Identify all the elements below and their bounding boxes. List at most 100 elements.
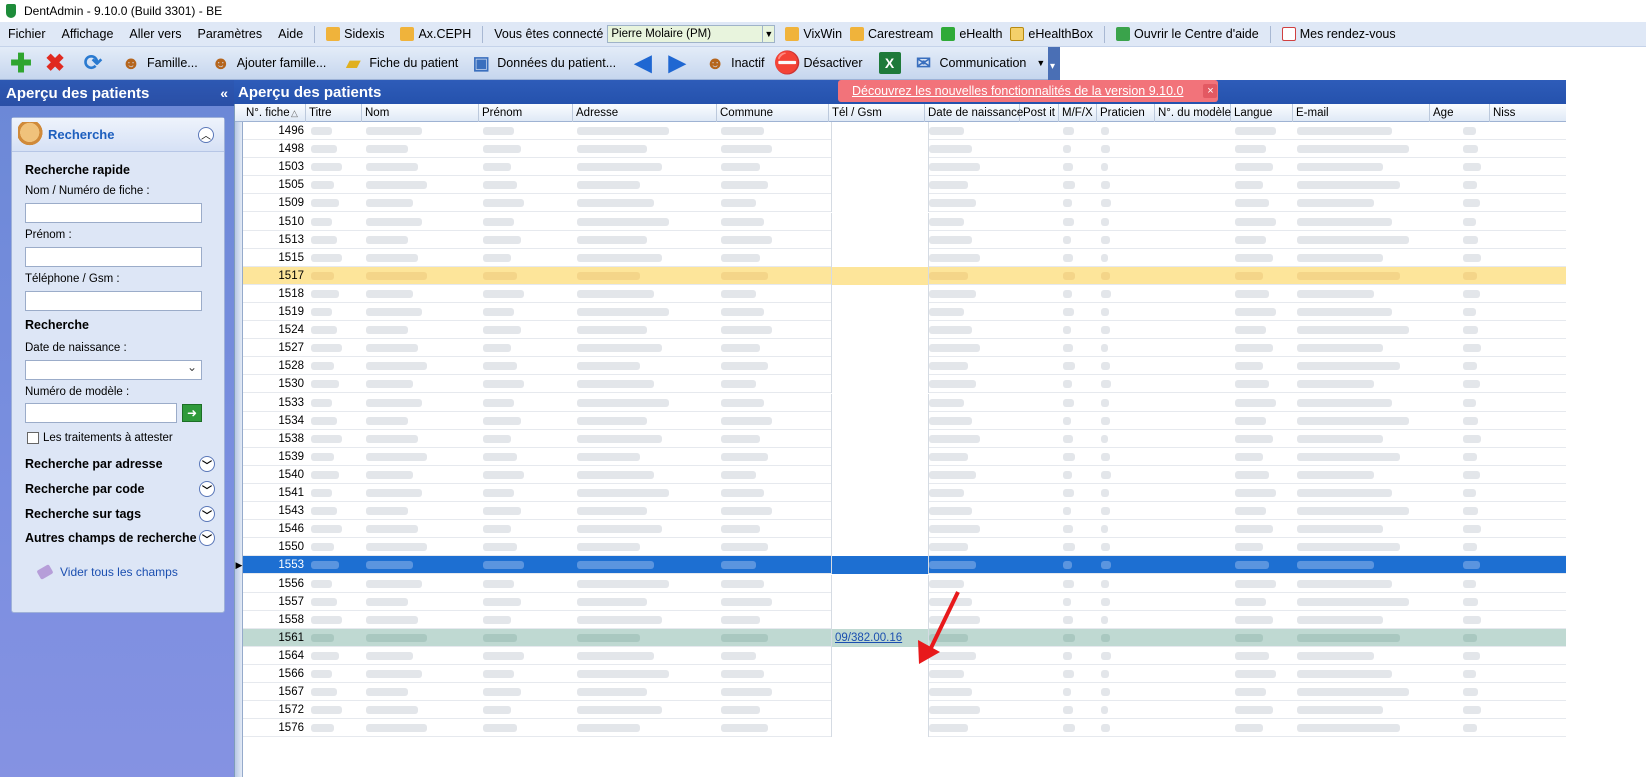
other-fields-expander[interactable]: Autres champs de recherche ﹀ bbox=[25, 530, 215, 546]
patient-data-button[interactable]: ▣ Données du patient... bbox=[464, 48, 622, 78]
table-row[interactable]: 1543 bbox=[243, 502, 1566, 521]
phone-cell[interactable] bbox=[831, 158, 929, 177]
appointments-button[interactable]: Mes rendez-vous bbox=[1274, 22, 1404, 47]
ehealth-button[interactable]: eHealth bbox=[941, 22, 1010, 47]
vixwin-button[interactable]: VixWin bbox=[783, 22, 850, 47]
phone-cell[interactable] bbox=[831, 683, 929, 702]
phone-cell[interactable] bbox=[831, 284, 929, 303]
table-row[interactable]: 1558 bbox=[243, 610, 1566, 629]
checkbox-icon[interactable] bbox=[27, 432, 39, 444]
table-row[interactable]: 1540 bbox=[243, 465, 1566, 484]
table-row[interactable]: 1541 bbox=[243, 484, 1566, 502]
phone-link[interactable]: 09/382.00.16 bbox=[832, 632, 902, 644]
phone-cell[interactable] bbox=[831, 646, 929, 665]
table-row[interactable]: 1564 bbox=[243, 646, 1566, 665]
axceph-button[interactable]: Ax.CEPH bbox=[392, 22, 479, 47]
table-row[interactable]: 1553 bbox=[243, 556, 1566, 575]
phone-cell[interactable] bbox=[831, 248, 929, 267]
column-header[interactable]: Praticien bbox=[1097, 104, 1155, 122]
dropdown-arrow-icon[interactable]: ▼ bbox=[1036, 58, 1045, 68]
chevron-down-icon[interactable]: ﹀ bbox=[199, 481, 215, 497]
deactivate-button[interactable]: ⛔ Désactiver bbox=[770, 48, 868, 78]
menu-affichage[interactable]: Affichage bbox=[54, 22, 122, 47]
table-row[interactable]: 1530 bbox=[243, 375, 1566, 394]
phone-cell[interactable]: 09/382.00.16 bbox=[831, 628, 929, 647]
table-row[interactable]: 1539 bbox=[243, 447, 1566, 466]
table-row[interactable]: 1513 bbox=[243, 230, 1566, 249]
table-row[interactable]: 1561 09/382.00.16 bbox=[243, 628, 1566, 647]
phone-cell[interactable] bbox=[831, 321, 929, 340]
phone-cell[interactable] bbox=[831, 122, 929, 140]
phone-cell[interactable] bbox=[831, 719, 929, 738]
column-header[interactable]: N°. du modèle bbox=[1155, 104, 1231, 122]
toolbar-overflow-button[interactable] bbox=[1048, 47, 1060, 80]
chevron-down-icon[interactable]: ﹀ bbox=[199, 456, 215, 472]
table-row[interactable]: 1534 bbox=[243, 411, 1566, 430]
phone-cell[interactable] bbox=[831, 701, 929, 720]
table-row[interactable]: 1510 bbox=[243, 212, 1566, 231]
phone-cell[interactable] bbox=[831, 357, 929, 376]
table-row[interactable]: 1528 bbox=[243, 357, 1566, 376]
phone-cell[interactable] bbox=[831, 176, 929, 195]
address-search-expander[interactable]: Recherche par adresse ﹀ bbox=[25, 456, 215, 472]
phone-cell[interactable] bbox=[831, 375, 929, 394]
column-header[interactable]: M/F/X bbox=[1059, 104, 1097, 122]
phone-cell[interactable] bbox=[831, 484, 929, 502]
phone-cell[interactable] bbox=[831, 520, 929, 539]
chevron-down-icon[interactable]: ﹀ bbox=[199, 506, 215, 522]
firstname-input[interactable] bbox=[25, 247, 202, 267]
table-row[interactable]: 1519 bbox=[243, 303, 1566, 321]
sidexis-button[interactable]: Sidexis bbox=[318, 22, 392, 47]
table-row[interactable]: 1515 bbox=[243, 248, 1566, 267]
phone-cell[interactable] bbox=[831, 592, 929, 611]
table-row[interactable]: 1576 bbox=[243, 719, 1566, 738]
column-header[interactable]: Prénom bbox=[479, 104, 573, 122]
delete-patient-button[interactable]: ✖ bbox=[38, 48, 72, 78]
phone-cell[interactable] bbox=[831, 447, 929, 466]
phone-cell[interactable] bbox=[831, 465, 929, 484]
table-row[interactable]: 1503 bbox=[243, 158, 1566, 177]
help-center-button[interactable]: Ouvrir le Centre d'aide bbox=[1108, 22, 1267, 47]
family-button[interactable]: ☻ Famille... bbox=[114, 48, 204, 78]
table-row[interactable]: 1496 bbox=[243, 122, 1566, 140]
go-arrow-button[interactable]: ➜ bbox=[182, 404, 202, 422]
excel-export-button[interactable]: X bbox=[873, 48, 907, 78]
column-header[interactable]: Commune bbox=[717, 104, 829, 122]
column-header[interactable]: Age bbox=[1430, 104, 1490, 122]
phone-cell[interactable] bbox=[831, 194, 929, 213]
birthdate-select[interactable] bbox=[25, 360, 202, 380]
column-header[interactable]: Date de naissance bbox=[925, 104, 1023, 122]
table-row[interactable]: 1518 bbox=[243, 284, 1566, 303]
menu-aide[interactable]: Aide bbox=[270, 22, 311, 47]
table-row[interactable]: 1557 bbox=[243, 592, 1566, 611]
phone-cell[interactable] bbox=[831, 393, 929, 412]
carestream-button[interactable]: Carestream bbox=[850, 22, 941, 47]
add-family-button[interactable]: ☻ Ajouter famille... bbox=[204, 48, 333, 78]
phone-cell[interactable] bbox=[831, 411, 929, 430]
table-row[interactable]: 1527 bbox=[243, 339, 1566, 358]
code-search-expander[interactable]: Recherche par code ﹀ bbox=[25, 481, 215, 497]
column-header[interactable]: E-mail bbox=[1293, 104, 1430, 122]
previous-button[interactable]: ◀ bbox=[626, 48, 660, 78]
version-banner-link[interactable]: Découvrez les nouvelles fonctionnalités … bbox=[852, 84, 1183, 98]
collapse-panel-icon[interactable]: « bbox=[220, 85, 228, 101]
table-row[interactable]: 1533 bbox=[243, 393, 1566, 412]
table-row[interactable]: 1517 bbox=[243, 266, 1566, 285]
phone-cell[interactable] bbox=[831, 502, 929, 521]
inactive-button[interactable]: ☻ Inactif bbox=[698, 48, 770, 78]
phone-cell[interactable] bbox=[831, 212, 929, 231]
table-row[interactable]: 1567 bbox=[243, 683, 1566, 702]
treatments-checkbox[interactable]: Les traitements à attester bbox=[27, 432, 173, 444]
phone-cell[interactable] bbox=[831, 574, 929, 593]
model-input[interactable] bbox=[25, 403, 177, 423]
menu-parametres[interactable]: Paramètres bbox=[190, 22, 271, 47]
chevron-down-icon[interactable]: ﹀ bbox=[199, 530, 215, 546]
phone-cell[interactable] bbox=[831, 538, 929, 557]
column-header[interactable]: Adresse bbox=[573, 104, 717, 122]
column-header[interactable]: Niss bbox=[1490, 104, 1566, 122]
chevron-up-icon[interactable]: ︿ bbox=[198, 126, 214, 143]
phone-cell[interactable] bbox=[831, 556, 929, 575]
phone-cell[interactable] bbox=[831, 665, 929, 683]
tags-search-expander[interactable]: Recherche sur tags ﹀ bbox=[25, 506, 215, 522]
add-patient-button[interactable]: ✚ bbox=[4, 48, 38, 78]
